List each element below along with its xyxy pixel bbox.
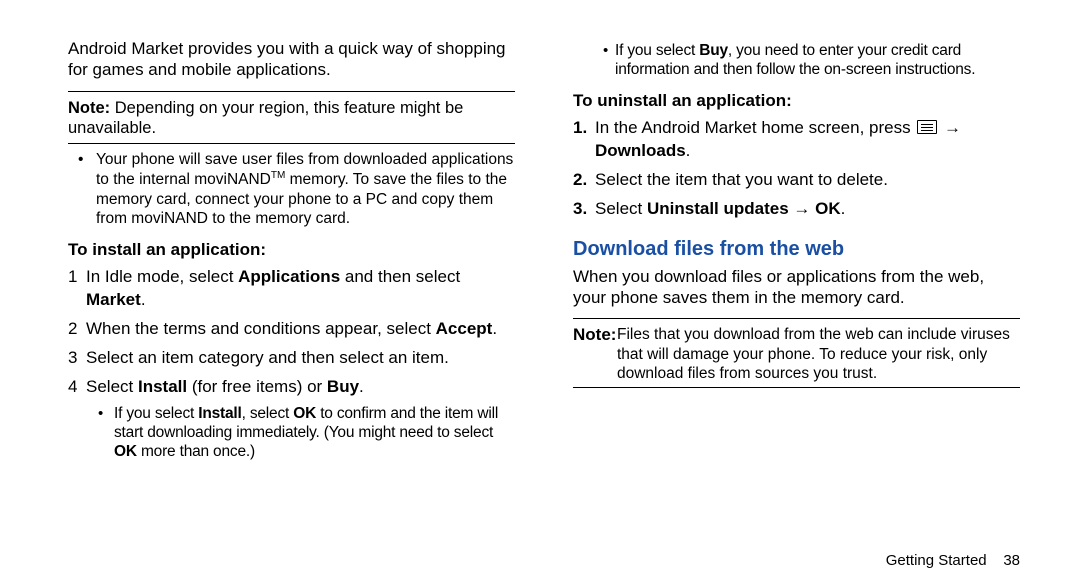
footer-section: Getting Started bbox=[886, 552, 987, 569]
page-footer: Getting Started 38 bbox=[886, 552, 1020, 569]
tm: TM bbox=[271, 170, 285, 181]
uninstall-steps: 1. In the Android Market home screen, pr… bbox=[573, 117, 1020, 221]
text: Select bbox=[595, 199, 647, 218]
text: When the terms and conditions appear, se… bbox=[86, 319, 436, 338]
divider bbox=[573, 318, 1020, 319]
note-body: Files that you download from the web can… bbox=[573, 325, 1020, 383]
install-subtitle: To install an application: bbox=[68, 239, 515, 260]
text: If you select bbox=[114, 405, 198, 422]
ustep-1: 1. In the Android Market home screen, pr… bbox=[573, 117, 1020, 163]
uninstall-subtitle: To uninstall an application: bbox=[573, 90, 1020, 111]
divider bbox=[68, 143, 515, 144]
menu-icon bbox=[917, 120, 937, 134]
ustep-2: 2. Select the item that you want to dele… bbox=[573, 169, 1020, 192]
step-3: 3 Select an item category and then selec… bbox=[68, 347, 515, 370]
bold: Install bbox=[198, 405, 241, 422]
page-columns: Android Market provides you with a quick… bbox=[68, 38, 1022, 466]
movinand-note: Your phone will save user files from dow… bbox=[68, 150, 515, 229]
install-sub-bullet: If you select Install, select OK to conf… bbox=[68, 405, 515, 462]
install-steps: 1 In Idle mode, select Applications and … bbox=[68, 266, 515, 399]
bold: Downloads bbox=[595, 141, 686, 160]
bold: OK bbox=[114, 443, 137, 460]
step-1: 1 In Idle mode, select Applications and … bbox=[68, 266, 515, 312]
footer-page-number: 38 bbox=[1003, 552, 1020, 569]
text: . bbox=[141, 290, 146, 309]
left-column: Android Market provides you with a quick… bbox=[68, 38, 515, 466]
bold: Accept bbox=[436, 319, 493, 338]
note-text: Depending on your region, this feature m… bbox=[68, 99, 463, 138]
bold: Uninstall updates → OK bbox=[647, 199, 841, 218]
bold: Install bbox=[138, 377, 187, 396]
bold: OK bbox=[293, 405, 316, 422]
text: Select bbox=[86, 377, 138, 396]
text: and then select bbox=[340, 267, 460, 286]
text: . bbox=[686, 141, 691, 160]
text: In Idle mode, select bbox=[86, 267, 238, 286]
text: If you select bbox=[615, 42, 699, 59]
text: . bbox=[841, 199, 846, 218]
note-line: Note: Depending on your region, this fea… bbox=[68, 98, 515, 139]
arrow: → bbox=[939, 118, 961, 137]
bold: Applications bbox=[238, 267, 340, 286]
step-2: 2 When the terms and conditions appear, … bbox=[68, 318, 515, 341]
text: . bbox=[492, 319, 497, 338]
text: Select an item category and then select … bbox=[86, 348, 449, 367]
divider bbox=[573, 387, 1020, 388]
bold: Buy bbox=[699, 42, 728, 59]
text: , select bbox=[242, 405, 294, 422]
note-block: Note: Files that you download from the w… bbox=[573, 325, 1020, 383]
text: (for free items) or bbox=[187, 377, 327, 396]
bold: Market bbox=[86, 290, 141, 309]
right-column: If you select Buy, you need to enter you… bbox=[573, 38, 1020, 466]
step-4: 4 Select Install (for free items) or Buy… bbox=[68, 376, 515, 399]
download-paragraph: When you download files or applications … bbox=[573, 266, 1020, 309]
note-label: Note: bbox=[573, 325, 616, 345]
buy-sub-bullet: If you select Buy, you need to enter you… bbox=[573, 42, 1020, 80]
divider bbox=[68, 91, 515, 92]
text: In the Android Market home screen, press bbox=[595, 118, 915, 137]
bold: Buy bbox=[327, 377, 359, 396]
ustep-3: 3. Select Uninstall updates → OK. bbox=[573, 198, 1020, 221]
text: Select the item that you want to delete. bbox=[595, 170, 888, 189]
text: more than once.) bbox=[137, 443, 255, 460]
intro-paragraph: Android Market provides you with a quick… bbox=[68, 38, 515, 81]
note-label: Note: bbox=[68, 99, 110, 117]
section-heading: Download files from the web bbox=[573, 237, 1020, 262]
text: . bbox=[359, 377, 364, 396]
